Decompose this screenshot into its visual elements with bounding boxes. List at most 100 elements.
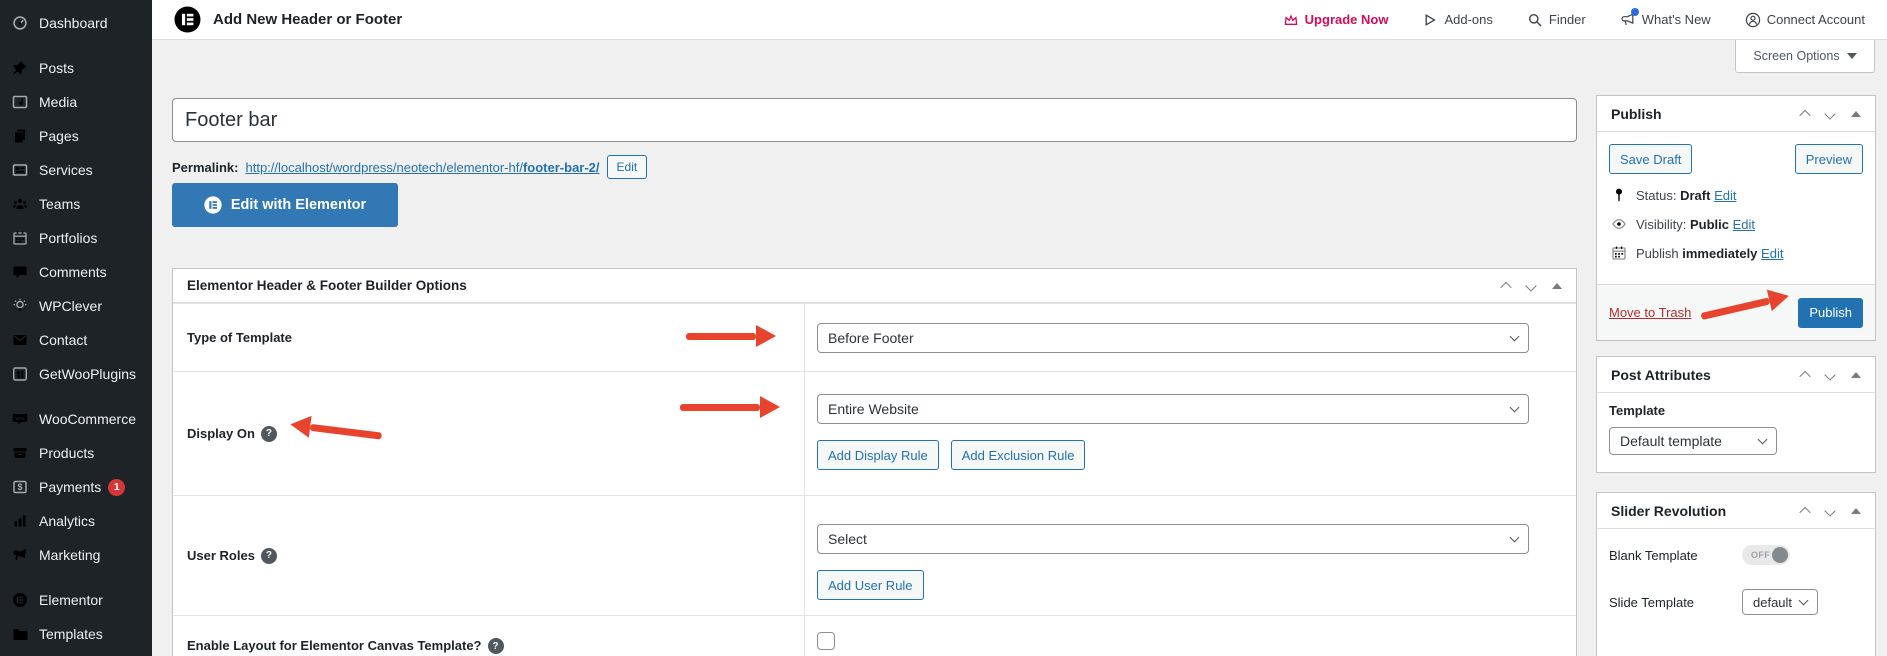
chevron-down-icon xyxy=(1799,596,1809,606)
finder-link[interactable]: Finder xyxy=(1527,12,1586,28)
svg-text:Woo: Woo xyxy=(15,416,25,421)
visibility-row: Visibility: Public Edit xyxy=(1611,216,1861,232)
publish-panel: Publish Save Draft Preview Status: Draft… xyxy=(1596,95,1876,341)
connect-account-link[interactable]: Connect Account xyxy=(1745,12,1865,28)
sidebar-item-wpclever[interactable]: WPClever xyxy=(0,289,152,323)
sidebar-item-payments[interactable]: $ Payments 1 xyxy=(0,470,152,504)
canvas-template-checkbox[interactable] xyxy=(817,632,835,650)
screen-options-button[interactable]: Screen Options xyxy=(1735,40,1875,73)
edit-with-elementor-button[interactable]: Edit with Elementor xyxy=(172,183,398,227)
archive-box-icon xyxy=(10,445,30,461)
page: Dashboard Posts Media Pages Services Tea… xyxy=(0,0,1887,656)
move-down-icon[interactable] xyxy=(1824,369,1835,380)
move-up-icon[interactable] xyxy=(1799,506,1810,517)
toggle-knob xyxy=(1772,547,1788,563)
pages-icon xyxy=(10,128,30,144)
add-display-rule-button[interactable]: Add Display Rule xyxy=(817,440,939,470)
plugin-arrows-icon xyxy=(10,366,30,382)
move-up-icon[interactable] xyxy=(1799,109,1810,120)
help-icon[interactable]: ? xyxy=(261,548,277,564)
sidebar-item-portfolios[interactable]: Portfolios xyxy=(0,221,152,255)
pin-icon xyxy=(1611,187,1627,203)
publish-header: Publish xyxy=(1597,96,1875,132)
collapse-icon[interactable] xyxy=(1851,508,1861,514)
display-on-select[interactable]: Entire Website xyxy=(817,394,1529,424)
bar-chart-icon xyxy=(10,513,30,529)
move-up-icon[interactable] xyxy=(1799,370,1810,381)
comment-icon xyxy=(10,264,30,280)
move-down-icon[interactable] xyxy=(1525,280,1536,291)
dashboard-icon xyxy=(10,15,30,31)
collapse-icon[interactable] xyxy=(1851,372,1861,378)
blank-template-toggle[interactable]: OFF xyxy=(1742,545,1790,565)
field-label: User Roles xyxy=(187,548,255,563)
elementor-icon xyxy=(10,592,30,608)
chevron-down-icon xyxy=(1847,53,1857,59)
eye-icon xyxy=(1611,216,1627,232)
blank-template-label: Blank Template xyxy=(1609,548,1742,563)
edit-visibility-link[interactable]: Edit xyxy=(1733,217,1755,232)
sidebar-item-getwooplugins[interactable]: GetWooPlugins xyxy=(0,357,152,391)
chevron-down-icon xyxy=(1510,331,1520,341)
sidebar-item-woocommerce[interactable]: Woo WooCommerce xyxy=(0,402,152,436)
user-roles-select[interactable]: Select xyxy=(817,524,1529,554)
sidebar-item-media[interactable]: Media xyxy=(0,85,152,119)
sidebar-item-services[interactable]: Services xyxy=(0,153,152,187)
template-select[interactable]: Default template xyxy=(1609,427,1777,455)
edit-schedule-link[interactable]: Edit xyxy=(1761,246,1783,261)
edit-permalink-button[interactable]: Edit xyxy=(607,155,648,179)
slide-template-select[interactable]: default xyxy=(1742,589,1818,615)
move-down-icon[interactable] xyxy=(1824,505,1835,516)
field-label: Type of Template xyxy=(187,330,292,345)
whats-new-link[interactable]: What's New xyxy=(1620,12,1711,28)
slide-template-label: Slide Template xyxy=(1609,595,1742,610)
move-up-icon[interactable] xyxy=(1500,281,1511,292)
publishing-actions: Move to Trash Publish xyxy=(1597,284,1875,340)
hf-options-metabox: Elementor Header & Footer Builder Option… xyxy=(172,268,1577,656)
slider-revolution-panel: Slider Revolution Blank Template OFF Sli… xyxy=(1596,492,1876,656)
topbar-actions: Upgrade Now Add-ons Finder What's New Co… xyxy=(1283,12,1865,28)
save-draft-button[interactable]: Save Draft xyxy=(1609,144,1692,174)
upgrade-now-link[interactable]: Upgrade Now xyxy=(1283,12,1389,28)
media-icon xyxy=(10,94,30,110)
help-icon[interactable]: ? xyxy=(488,638,504,654)
calendar-icon xyxy=(1611,245,1627,261)
collapse-icon[interactable] xyxy=(1552,283,1562,289)
dollar-icon: $ xyxy=(10,479,30,495)
sidebar-item-marketing[interactable]: Marketing xyxy=(0,538,152,572)
calendar-icon xyxy=(10,230,30,246)
add-user-rule-button[interactable]: Add User Rule xyxy=(817,570,924,600)
collapse-icon[interactable] xyxy=(1851,111,1861,117)
sidebar-item-pages[interactable]: Pages xyxy=(0,119,152,153)
field-label: Enable Layout for Elementor Canvas Templ… xyxy=(187,638,482,653)
page-title: Add New Header or Footer xyxy=(213,11,402,28)
post-title-input[interactable] xyxy=(172,98,1577,142)
row-display-on: Display On ? Entire Website Add Display … xyxy=(173,371,1576,495)
sidebar-item-templates[interactable]: Templates xyxy=(0,617,152,651)
addons-link[interactable]: Add-ons xyxy=(1422,12,1492,28)
sidebar-item-dashboard[interactable]: Dashboard xyxy=(0,6,152,40)
add-exclusion-rule-button[interactable]: Add Exclusion Rule xyxy=(951,440,1086,470)
sidebar-item-contact[interactable]: Contact xyxy=(0,323,152,357)
edit-status-link[interactable]: Edit xyxy=(1714,188,1736,203)
sidebar-item-comments[interactable]: Comments xyxy=(0,255,152,289)
type-of-template-select[interactable]: Before Footer xyxy=(817,323,1529,353)
sidebar-item-analytics[interactable]: Analytics xyxy=(0,504,152,538)
chevron-down-icon xyxy=(1510,533,1520,543)
permalink: Permalink: http://localhost/wordpress/ne… xyxy=(172,155,647,179)
sidebar-item-products[interactable]: Products xyxy=(0,436,152,470)
status-row: Status: Draft Edit xyxy=(1611,187,1861,203)
post-attributes-panel: Post Attributes Template Default templat… xyxy=(1596,356,1876,473)
permalink-url[interactable]: http://localhost/wordpress/neotech/eleme… xyxy=(245,160,599,175)
help-icon[interactable]: ? xyxy=(261,426,277,442)
preview-button[interactable]: Preview xyxy=(1795,144,1863,174)
move-to-trash-link[interactable]: Move to Trash xyxy=(1609,305,1691,320)
field-label: Display On xyxy=(187,426,255,441)
move-down-icon[interactable] xyxy=(1824,108,1835,119)
publish-button[interactable]: Publish xyxy=(1798,298,1863,328)
sidebar-item-posts[interactable]: Posts xyxy=(0,51,152,85)
sidebar-item-teams[interactable]: Teams xyxy=(0,187,152,221)
sidebar-item-elementor[interactable]: Elementor xyxy=(0,583,152,617)
crown-icon xyxy=(1283,12,1299,28)
services-icon xyxy=(10,162,30,178)
